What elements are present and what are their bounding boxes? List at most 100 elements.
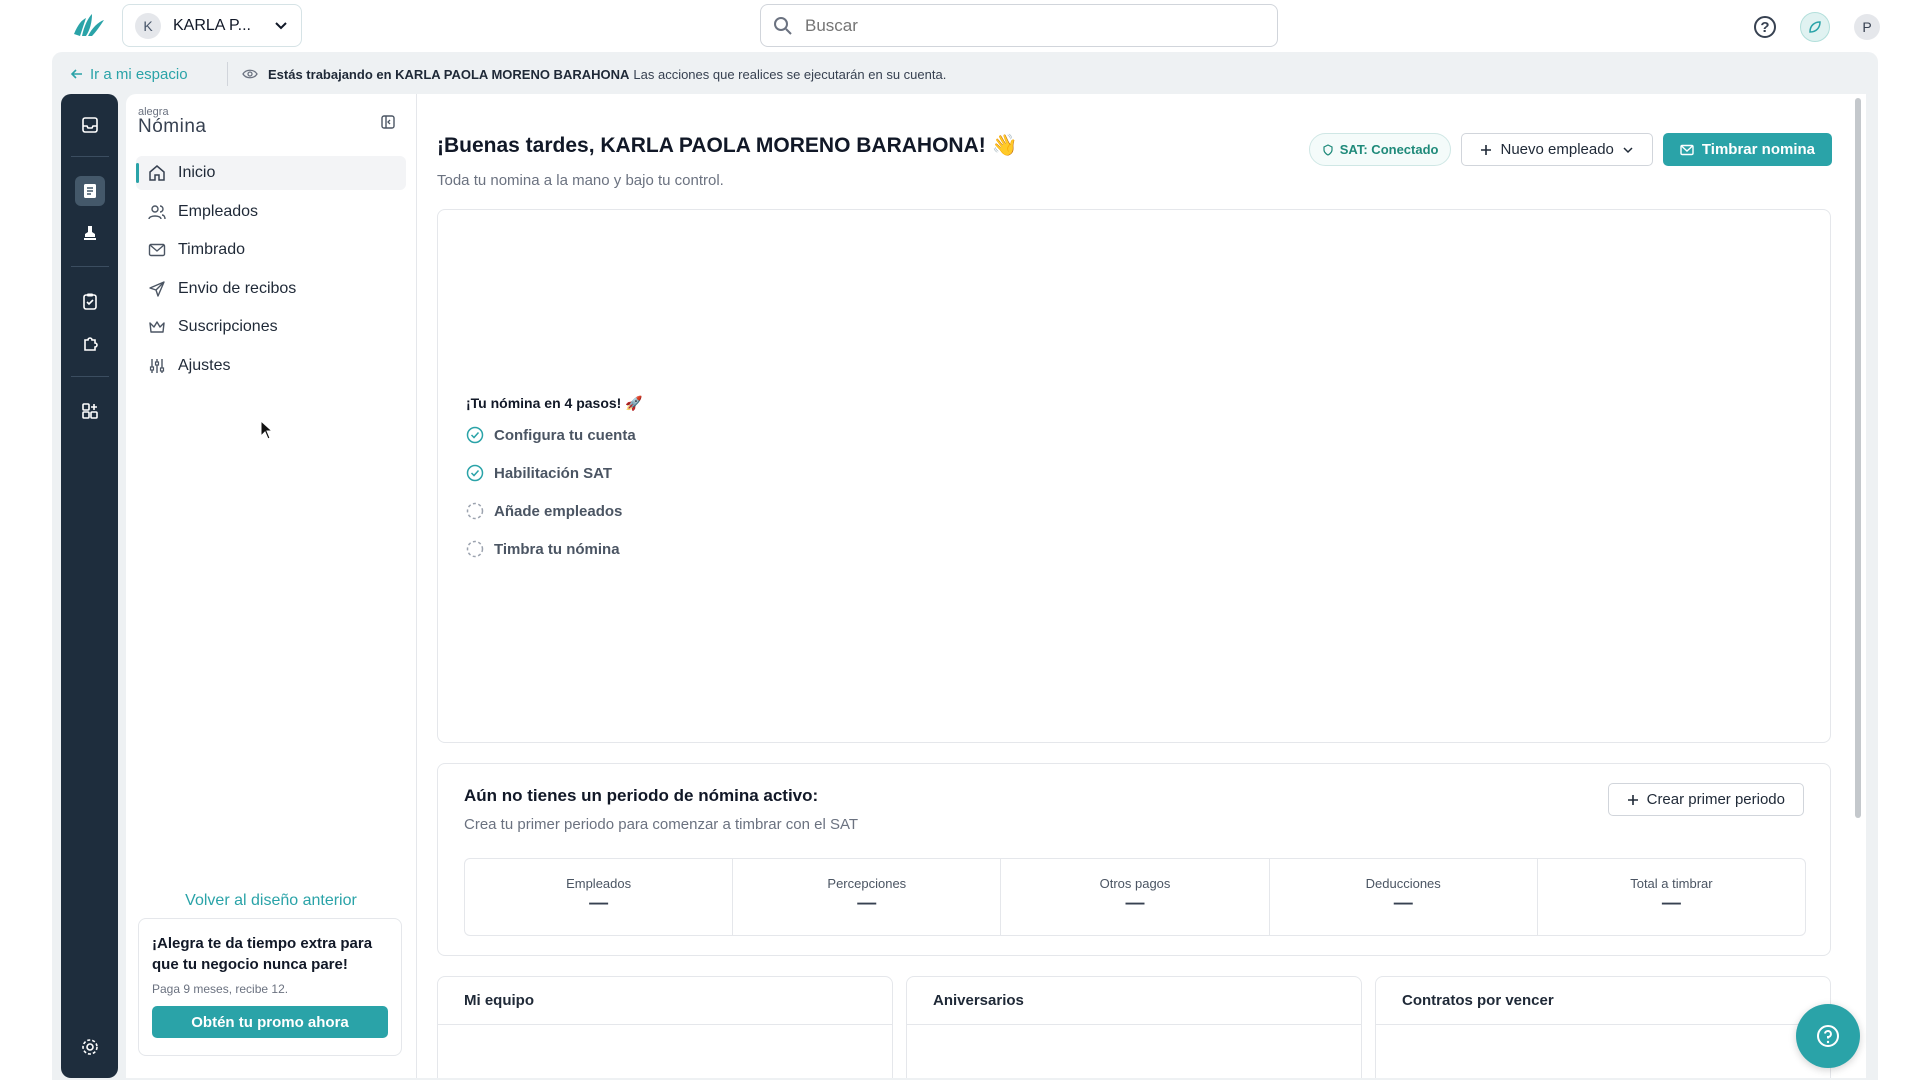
card-title: Aniversarios	[907, 977, 1361, 1025]
anniversaries-card: Aniversarios	[906, 976, 1362, 1078]
side-navigation: alegra Nómina Inicio Empleados Timbrado …	[126, 94, 416, 1078]
app-rail	[61, 94, 118, 1078]
stat-percepciones: Percepciones —	[733, 859, 1002, 935]
stat-empleados: Empleados —	[465, 859, 734, 935]
help-icon[interactable]: ?	[1754, 16, 1776, 38]
sidebar-item-suscripciones[interactable]: Suscripciones	[136, 310, 406, 344]
help-circle-icon	[1817, 1025, 1839, 1047]
mail-icon	[1680, 144, 1694, 155]
account-name: KARLA P...	[173, 16, 251, 34]
header-actions: SAT: Conectado Nuevo empleado Timbrar no…	[1308, 133, 1832, 166]
period-stats: Empleados — Percepciones — Otros pagos —…	[464, 858, 1806, 936]
check-circle-icon	[466, 426, 484, 444]
stat-total-timbrar: Total a timbrar —	[1538, 859, 1805, 935]
impersonation-message: Las acciones que realices se ejecutarán …	[633, 66, 947, 82]
shield-icon	[1323, 143, 1333, 156]
rail-divider	[71, 156, 109, 157]
period-title: Aún no tienes un periodo de nómina activ…	[464, 786, 819, 805]
brand-nomina: Nómina	[138, 116, 207, 137]
eye-icon	[242, 68, 258, 80]
step-label: Habilitación SAT	[494, 464, 613, 482]
account-avatar: K	[135, 12, 161, 39]
step-label: Timbra tu nómina	[494, 540, 620, 558]
inbox-icon[interactable]	[75, 110, 105, 140]
page-subtitle: Toda tu nomina a la mano y bajo tu contr…	[437, 172, 724, 189]
promo-button[interactable]: Obtén tu promo ahora	[152, 1006, 388, 1038]
onboarding-steps-card: ¡Tu nómina en 4 pasos! 🚀 Configura tu cu…	[437, 209, 1831, 743]
stat-deducciones: Deducciones —	[1270, 859, 1538, 935]
settings-gear-icon[interactable]	[75, 1032, 105, 1062]
back-to-my-space-link[interactable]: Ir a mi espacio	[52, 66, 227, 83]
stamp-app-icon[interactable]	[75, 218, 105, 248]
mouse-cursor-icon	[260, 420, 274, 440]
stamp-payroll-button[interactable]: Timbrar nomina	[1662, 133, 1832, 166]
new-employee-label: Nuevo empleado	[1500, 141, 1614, 158]
back-link-label: Ir a mi espacio	[90, 65, 188, 83]
expiring-contracts-card: Contratos por vencer	[1375, 976, 1831, 1078]
sidebar-item-ajustes[interactable]: Ajustes	[136, 349, 406, 383]
crown-icon	[149, 321, 165, 333]
scrollbar[interactable]	[1855, 98, 1861, 818]
sat-status-badge[interactable]: SAT: Conectado	[1308, 133, 1452, 166]
create-first-period-button[interactable]: Crear primer periodo	[1607, 783, 1804, 816]
stat-label: Empleados	[566, 876, 632, 891]
plus-icon	[1627, 794, 1638, 805]
chevron-down-icon	[275, 21, 287, 29]
sidebar-item-label: Timbrado	[178, 241, 245, 258]
clipboard-check-icon[interactable]	[75, 286, 105, 316]
sidebar-item-label: Inicio	[178, 164, 216, 181]
account-switcher[interactable]: K KARLA P...	[122, 4, 302, 47]
stat-label: Total a timbrar	[1630, 876, 1713, 891]
my-team-card: Mi equipo	[437, 976, 893, 1078]
puzzle-icon[interactable]	[75, 328, 105, 358]
sat-status-label: SAT: Conectado	[1339, 142, 1439, 157]
page-title: ¡Buenas tardes, KARLA PAOLA MORENO BARAH…	[437, 134, 1018, 157]
back-to-old-design-link[interactable]: Volver al diseño anterior	[126, 892, 416, 910]
top-icons: ? P	[1754, 12, 1880, 42]
rail-divider	[71, 376, 109, 377]
user-avatar[interactable]: P	[1854, 14, 1880, 40]
stat-value: —	[589, 893, 609, 914]
sidebar-collapse-icon[interactable]	[380, 114, 396, 135]
sidebar-item-envio-recibos[interactable]: Envio de recibos	[136, 272, 406, 306]
search-box[interactable]	[760, 4, 1278, 47]
step-item[interactable]: Timbra tu nómina	[466, 538, 620, 560]
check-circle-icon	[466, 464, 484, 482]
sliders-icon	[149, 358, 165, 373]
stat-otros-pagos: Otros pagos —	[1001, 859, 1270, 935]
new-employee-button[interactable]: Nuevo empleado	[1461, 133, 1653, 166]
send-icon	[149, 280, 165, 297]
card-title: Mi equipo	[438, 977, 892, 1025]
sidebar-item-label: Empleados	[178, 202, 259, 220]
home-icon	[149, 165, 165, 181]
card-title: Contratos por vencer	[1376, 977, 1830, 1025]
steps-title: ¡Tu nómina en 4 pasos! 🚀	[466, 395, 643, 411]
payroll-app-icon[interactable]	[75, 176, 105, 206]
create-period-label: Crear primer periodo	[1646, 791, 1785, 808]
impersonation-bar: Ir a mi espacio Estás trabajando en KARL…	[52, 56, 1878, 92]
step-item[interactable]: Configura tu cuenta	[466, 424, 636, 446]
divider	[227, 62, 228, 86]
dashed-circle-icon	[466, 540, 484, 558]
sidebar-item-label: Ajustes	[178, 356, 231, 374]
sidebar-item-empleados[interactable]: Empleados	[136, 195, 406, 229]
chevron-down-icon	[1623, 146, 1633, 153]
mail-icon	[148, 243, 166, 257]
search-input[interactable]	[805, 15, 1245, 36]
apps-grid-icon[interactable]	[75, 396, 105, 426]
users-icon	[148, 204, 166, 219]
sidebar-item-inicio[interactable]: Inicio	[136, 156, 406, 190]
step-item[interactable]: Añade empleados	[466, 500, 622, 522]
step-label: Añade empleados	[494, 502, 623, 520]
plus-icon	[1481, 144, 1492, 155]
step-item[interactable]: Habilitación SAT	[466, 462, 612, 484]
stat-label: Percepciones	[827, 876, 907, 891]
help-chat-button[interactable]	[1796, 1004, 1860, 1068]
sidebar-item-label: Suscripciones	[178, 318, 278, 335]
main-content: ¡Buenas tardes, KARLA PAOLA MORENO BARAH…	[416, 94, 1866, 1078]
period-subtitle: Crea tu primer periodo para comenzar a t…	[464, 816, 859, 833]
sidebar-item-label: Envio de recibos	[178, 279, 297, 297]
sidebar-item-timbrado[interactable]: Timbrado	[136, 233, 406, 267]
alegra-logo-icon[interactable]	[72, 12, 106, 38]
chat-leaf-icon[interactable]	[1800, 12, 1830, 42]
